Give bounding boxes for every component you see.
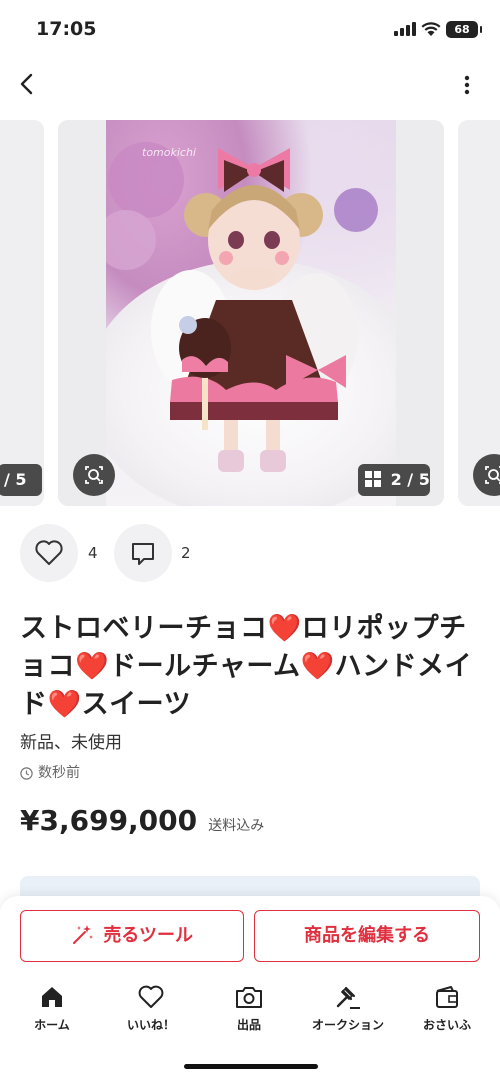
cellular-signal-icon — [394, 22, 416, 36]
item-title: ストロベリーチョコ❤️ロリポップチョコ❤️ドールチャーム❤️ハンドメイド❤️スイ… — [20, 613, 473, 720]
status-bar: 17:05 68 — [0, 0, 500, 58]
image-search-icon — [85, 466, 103, 484]
doll-image — [106, 142, 378, 472]
prev-image-counter: / 5 — [0, 464, 42, 496]
status-time: 17:05 — [36, 18, 97, 40]
wifi-icon — [421, 22, 441, 36]
home-indicator — [184, 1064, 318, 1069]
sell-tool-button[interactable]: 売るツール — [20, 910, 244, 962]
shipping-info: 送料込み — [208, 818, 265, 834]
magic-wand-icon — [73, 925, 94, 944]
wallet-icon — [436, 986, 458, 1008]
posted-time-text: 数秒前 — [38, 765, 80, 781]
price-row: ¥3,699,000 送料込み — [20, 804, 264, 844]
item-price: ¥3,699,000 — [20, 804, 198, 837]
item-condition: 新品、未使用 — [20, 733, 122, 753]
tab-home[interactable]: ホーム — [7, 984, 97, 1033]
image-counter-badge: 2 / 5 — [358, 464, 430, 496]
product-photo: tomokichi — [106, 120, 396, 506]
comment-count: 2 — [181, 544, 191, 562]
home-icon — [42, 987, 62, 1007]
top-nav — [0, 60, 500, 110]
camera-icon — [236, 987, 262, 1008]
tab-auction[interactable]: オークション — [303, 984, 393, 1033]
tab-likes[interactable]: いいね！ — [106, 984, 196, 1033]
heart-icon — [35, 540, 63, 565]
next-image-slide[interactable] — [458, 120, 500, 506]
battery-icon: 68 — [446, 21, 482, 38]
comment-icon — [132, 543, 154, 565]
image-search-icon — [485, 466, 500, 484]
item-detail-screen: 17:05 68 / 5 tomokichi 2 / 5 4 2 ストロベリーチ… — [0, 0, 500, 1080]
comment-button[interactable] — [114, 524, 172, 582]
heart-outline-icon — [138, 985, 164, 1008]
tab-sell[interactable]: 出品 — [204, 984, 294, 1033]
grid-icon — [365, 471, 381, 487]
bottom-tab-bar: ホーム いいね！ 出品 オークション おさいふ — [0, 984, 500, 1044]
image-carousel[interactable]: / 5 tomokichi 2 / 5 — [0, 120, 500, 506]
previous-image-slide[interactable]: / 5 — [0, 120, 44, 506]
like-button[interactable] — [20, 524, 78, 582]
image-search-button[interactable] — [73, 454, 115, 496]
like-count: 4 — [88, 544, 98, 562]
edit-item-button[interactable]: 商品を編集する — [254, 910, 480, 962]
posted-time: 数秒前 — [20, 763, 80, 783]
social-actions: 4 2 — [20, 524, 480, 584]
back-arrow-icon[interactable] — [12, 68, 44, 100]
current-image-slide[interactable]: tomokichi 2 / 5 — [58, 120, 444, 506]
tab-wallet[interactable]: おさいふ — [402, 984, 492, 1033]
photo-watermark: tomokichi — [142, 146, 196, 159]
next-image-search-button[interactable] — [473, 454, 500, 496]
more-menu-icon[interactable] — [452, 70, 482, 100]
gavel-icon — [336, 986, 360, 1009]
clock-icon — [20, 766, 33, 780]
